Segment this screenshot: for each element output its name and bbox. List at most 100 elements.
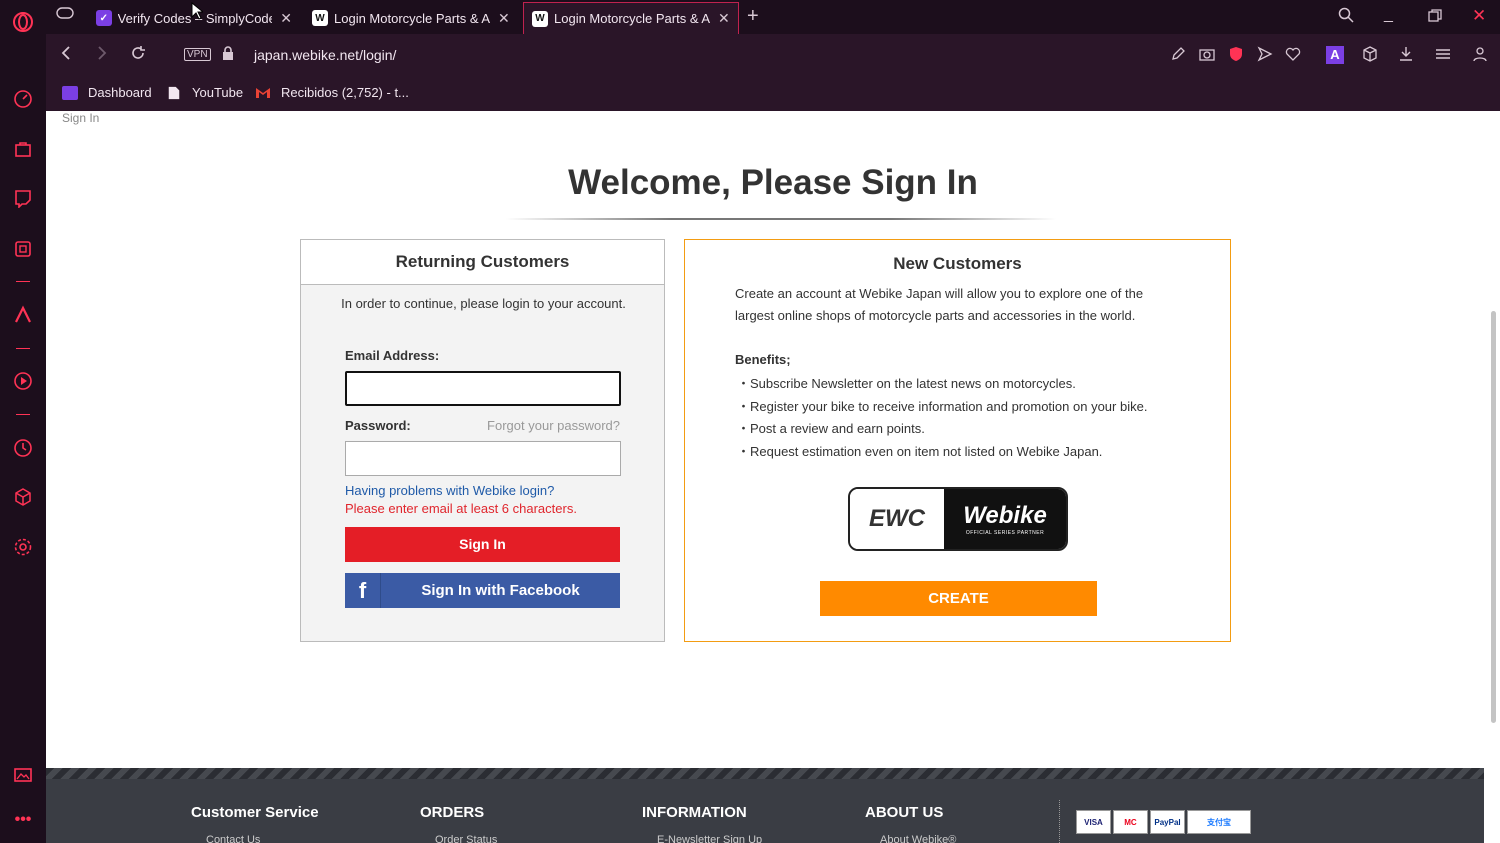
minimize-window-icon[interactable]: _ (1384, 6, 1393, 24)
wallpaper-icon[interactable] (12, 764, 34, 786)
new-customers-description: Create an account at Webike Japan will a… (735, 286, 1144, 323)
dashboard-favicon-icon (62, 85, 78, 100)
footer-information-heading: INFORMATION (642, 804, 747, 821)
heart-icon[interactable] (1285, 46, 1301, 65)
password-label: Password: (345, 418, 411, 433)
back-icon[interactable] (60, 45, 72, 64)
edit-icon[interactable] (1170, 46, 1186, 65)
password-field[interactable] (345, 441, 621, 476)
facebook-icon: f (345, 573, 381, 608)
facebook-sign-in-label: Sign In with Facebook (421, 582, 580, 599)
extension-a-icon[interactable]: A (1326, 46, 1344, 64)
tab-login-webike-2[interactable]: W Login Motorcycle Parts & Accessories ✕ (523, 2, 739, 34)
bookmarks-bar: Dashboard YouTube Recibidos (2,752) - t.… (46, 78, 1500, 111)
more-icon[interactable]: ••• (12, 809, 34, 831)
footer-about-heading: ABOUT US (865, 804, 944, 821)
create-account-button[interactable]: CREATE (820, 581, 1097, 616)
paypal-icon: PayPal (1150, 810, 1185, 834)
login-intro-text: In order to continue, please login to yo… (341, 296, 626, 311)
download-icon[interactable] (1398, 46, 1414, 65)
new-customers-panel: New Customers Create an account at Webik… (684, 239, 1231, 642)
site-footer: Customer Service Contact Us ORDERS Order… (46, 768, 1484, 843)
shopping-icon[interactable] (12, 138, 34, 160)
speed-dial-icon[interactable] (12, 88, 34, 110)
player-icon[interactable] (12, 370, 34, 392)
lock-icon[interactable] (222, 46, 234, 63)
benefit-item: ・Subscribe Newsletter on the latest news… (737, 376, 1076, 391)
footer-link[interactable]: About Webike® (880, 834, 956, 843)
close-tab-icon[interactable]: ✕ (498, 10, 510, 27)
footer-orders-heading: ORDERS (420, 804, 485, 821)
simplycodes-favicon-icon: ✓ (96, 10, 112, 26)
benefit-item: ・Post a review and earn points. (737, 421, 925, 436)
restore-window-icon[interactable] (1428, 9, 1442, 28)
footer-customer-service-heading: Customer Service (191, 804, 319, 821)
breadcrumb[interactable]: Sign In (62, 111, 99, 125)
sidebar-divider (16, 348, 30, 349)
aria-icon[interactable] (12, 304, 34, 326)
facebook-sign-in-button[interactable]: f Sign In with Facebook (345, 573, 620, 608)
email-label: Email Address: (345, 348, 440, 363)
forward-icon[interactable] (96, 45, 108, 64)
profile-icon[interactable] (1472, 46, 1488, 65)
camera-icon[interactable] (1199, 46, 1215, 65)
footer-divider (1059, 800, 1060, 843)
tab-login-webike-1[interactable]: W Login Motorcycle Parts & Accessories ✕ (304, 2, 522, 34)
alipay-icon: 支付宝 (1187, 810, 1251, 834)
bookmark-youtube[interactable]: YouTube (166, 85, 243, 100)
new-tab-plus-icon[interactable]: + (747, 5, 759, 28)
vpn-badge[interactable]: VPN (184, 48, 211, 61)
extensions-icon[interactable] (1362, 46, 1378, 65)
footer-link[interactable]: Contact Us (206, 834, 260, 843)
benefit-item: ・Register your bike to receive informati… (737, 398, 1148, 414)
easy-setup-menu-icon[interactable] (1435, 46, 1451, 65)
webpage: Sign In Welcome, Please Sign In Returnin… (46, 111, 1500, 843)
address-bar: VPN japan.webike.net/login/ A (46, 34, 1500, 78)
twitch-icon[interactable] (12, 187, 34, 209)
sign-in-button[interactable]: Sign In (345, 527, 620, 562)
extensions-cube-icon[interactable] (12, 486, 34, 508)
returning-customers-panel: Returning Customers In order to continue… (300, 239, 665, 642)
forgot-password-link[interactable]: Forgot your password? (487, 418, 620, 433)
sidebar-divider (16, 414, 30, 415)
gx-corner-icon[interactable] (12, 238, 34, 260)
bookmark-dashboard[interactable]: Dashboard (62, 85, 152, 100)
gamepad-icon[interactable] (56, 6, 74, 25)
ewc-webike-partner-logo: EWC Webike OFFICIAL SERIES PARTNER (848, 487, 1068, 551)
close-window-icon[interactable]: ✕ (1472, 6, 1486, 26)
webike-favicon-icon: W (532, 10, 548, 27)
footer-link[interactable]: Order Status (435, 834, 497, 843)
opera-logo-icon[interactable] (12, 11, 34, 33)
close-tab-icon[interactable]: ✕ (718, 10, 730, 27)
benefits-heading: Benefits; (735, 352, 791, 367)
adblock-shield-icon[interactable] (1228, 46, 1244, 65)
new-customers-title: New Customers (893, 254, 1022, 273)
payment-methods: VISA MC PayPal 支付宝 (1076, 810, 1251, 834)
title-underline (506, 218, 1056, 220)
search-tabs-icon[interactable] (1338, 7, 1354, 28)
email-field[interactable] (345, 371, 621, 406)
mastercard-icon: MC (1113, 810, 1148, 834)
page-title: Welcome, Please Sign In (568, 163, 978, 202)
url-field[interactable]: japan.webike.net/login/ (254, 47, 396, 63)
benefit-item: ・Request estimation even on item not lis… (737, 443, 1103, 459)
page-file-icon (168, 86, 180, 99)
returning-customers-title: Returning Customers (301, 240, 664, 285)
webike-logo: Webike OFFICIAL SERIES PARTNER (944, 489, 1066, 549)
bookmark-gmail[interactable]: Recibidos (2,752) - t... (255, 85, 409, 100)
sidebar-divider (16, 281, 30, 282)
gmail-icon (256, 87, 270, 98)
close-tab-icon[interactable]: ✕ (280, 10, 292, 27)
settings-gear-icon[interactable] (12, 536, 34, 558)
ewc-logo: EWC (850, 489, 944, 549)
page-scrollbar[interactable] (1491, 311, 1496, 723)
footer-stripe (46, 768, 1484, 779)
mouse-cursor-icon (191, 1, 205, 25)
webike-favicon-icon: W (312, 10, 328, 26)
send-icon[interactable] (1257, 46, 1273, 65)
reload-icon[interactable] (130, 45, 146, 64)
history-icon[interactable] (12, 437, 34, 459)
login-help-link[interactable]: Having problems with Webike login? (345, 483, 554, 498)
visa-icon: VISA (1076, 810, 1111, 834)
footer-link[interactable]: E-Newsletter Sign Up (657, 834, 762, 843)
